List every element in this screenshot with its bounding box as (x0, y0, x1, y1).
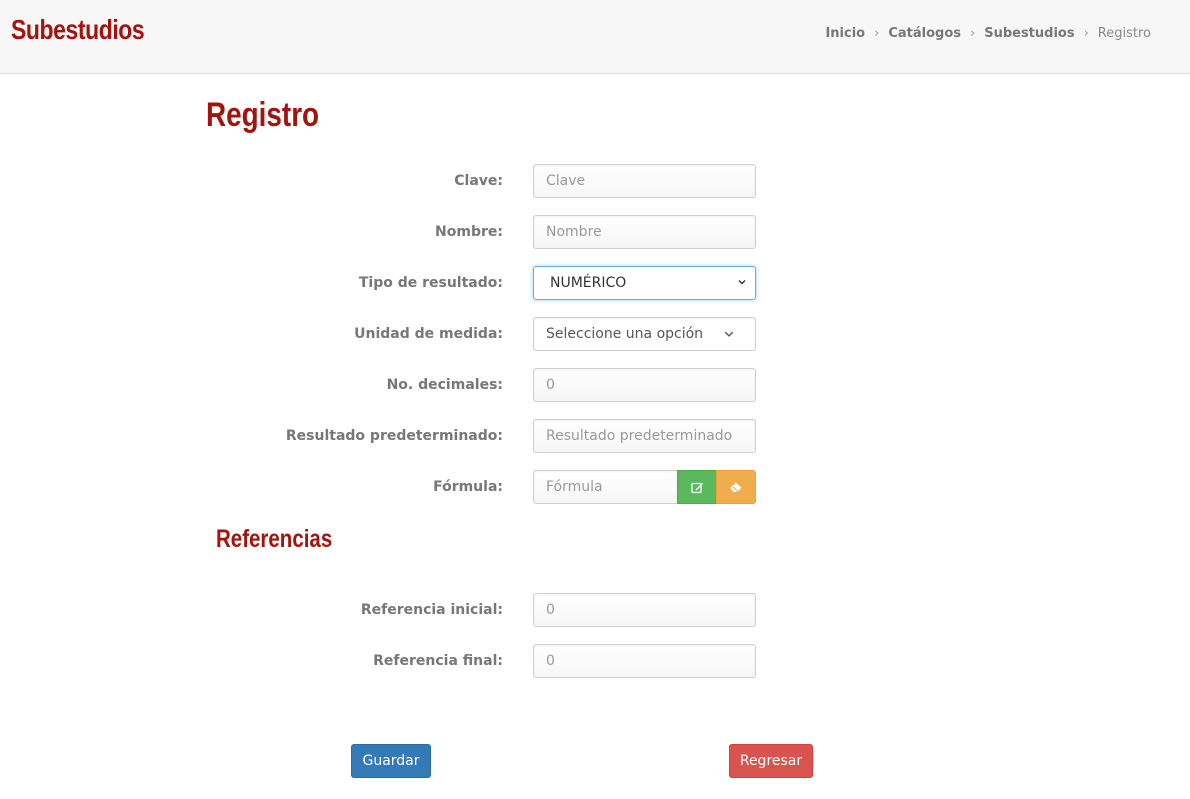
breadcrumb-catalogos[interactable]: Catálogos (888, 26, 961, 41)
tipo-resultado-label: Tipo de resultado: (358, 275, 503, 291)
nombre-label: Nombre: (435, 224, 503, 240)
decimales-label: No. decimales: (386, 377, 503, 393)
chevron-down-icon (738, 280, 746, 285)
form-row-formula: Fórmula: Fórmula (0, 470, 1190, 504)
unidad-medida-value: Seleccione una opción (546, 326, 704, 342)
referencia-final-value: 0 (546, 653, 555, 669)
chevron-right-icon: › (970, 26, 976, 41)
back-button[interactable]: Regresar (729, 744, 813, 778)
decimales-input[interactable]: 0 (533, 368, 756, 402)
form-row-referencia-final: Referencia final: 0 (0, 644, 1190, 678)
clear-formula-button[interactable] (716, 470, 756, 504)
app-title: Subestudios (11, 14, 145, 45)
breadcrumb-subestudios[interactable]: Subestudios (984, 26, 1074, 41)
edit-icon (690, 482, 703, 493)
decimales-value: 0 (546, 377, 555, 393)
edit-formula-button[interactable] (677, 470, 717, 504)
tipo-resultado-select[interactable]: NUMÉRICO (533, 266, 756, 300)
tipo-resultado-value: NUMÉRICO (550, 275, 627, 291)
resultado-predeterminado-label: Resultado predeterminado: (285, 428, 503, 444)
save-button[interactable]: Guardar (351, 744, 431, 778)
referencia-inicial-label: Referencia inicial: (360, 602, 503, 618)
nombre-input[interactable]: Nombre (533, 215, 756, 249)
unidad-medida-label: Unidad de medida: (354, 326, 503, 342)
clave-label: Clave: (454, 173, 503, 189)
chevron-down-icon (724, 331, 734, 337)
top-bar: Subestudios Inicio › Catálogos › Subestu… (0, 0, 1190, 74)
clave-placeholder: Clave (546, 173, 586, 189)
resultado-predeterminado-input[interactable]: Resultado predeterminado (533, 419, 756, 453)
form-row-resultado-predeterminado: Resultado predeterminado: Resultado pred… (0, 419, 1190, 453)
referencia-inicial-value: 0 (546, 602, 555, 618)
nombre-placeholder: Nombre (546, 224, 602, 240)
formula-label: Fórmula: (433, 479, 503, 495)
form-row-clave: Clave: Clave (0, 164, 1190, 198)
clave-input[interactable]: Clave (533, 164, 756, 198)
formula-input[interactable]: Fórmula (533, 470, 678, 504)
form-row-unidad-medida: Unidad de medida: Seleccione una opción (0, 317, 1190, 351)
resultado-predeterminado-placeholder: Resultado predeterminado (546, 428, 733, 444)
form-row-referencia-inicial: Referencia inicial: 0 (0, 593, 1190, 627)
breadcrumb-inicio[interactable]: Inicio (825, 26, 865, 41)
chevron-right-icon: › (1083, 26, 1089, 41)
eraser-icon (730, 482, 742, 492)
unidad-medida-select[interactable]: Seleccione una opción (533, 317, 756, 351)
breadcrumb: Inicio › Catálogos › Subestudios › Regis… (825, 26, 1151, 41)
page-title: Registro (206, 96, 320, 134)
form-row-decimales: No. decimales: 0 (0, 368, 1190, 402)
form-row-tipo-resultado: Tipo de resultado: NUMÉRICO (0, 266, 1190, 300)
chevron-right-icon: › (874, 26, 880, 41)
referencia-final-input[interactable]: 0 (533, 644, 756, 678)
referencias-title: Referencias (216, 525, 333, 553)
breadcrumb-registro: Registro (1097, 26, 1151, 41)
referencia-inicial-input[interactable]: 0 (533, 593, 756, 627)
referencia-final-label: Referencia final: (373, 653, 503, 669)
formula-placeholder: Fórmula (546, 479, 603, 495)
form-row-nombre: Nombre: Nombre (0, 215, 1190, 249)
